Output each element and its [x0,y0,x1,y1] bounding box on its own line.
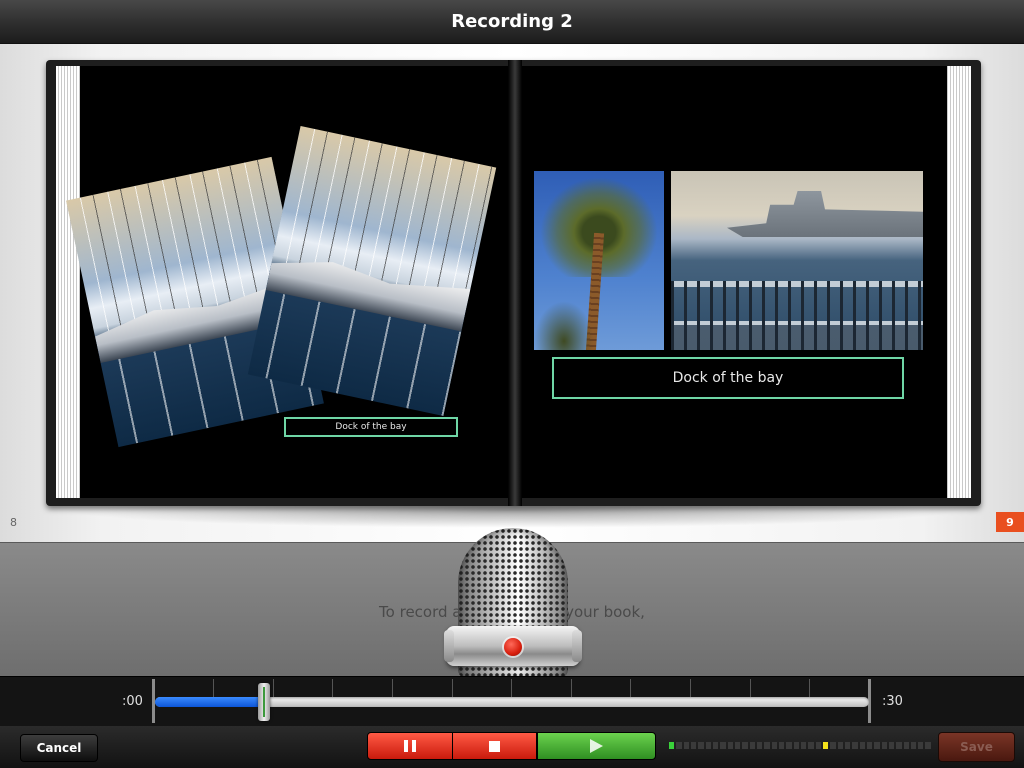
timeline-start-time: :00 [122,694,143,709]
bay-ship-photo [671,171,923,350]
yacht-photo [247,125,497,417]
level-segment [808,742,814,749]
timeline-tick [392,679,393,697]
pause-button[interactable] [367,732,453,760]
level-segment [881,742,887,749]
level-segment [925,742,931,749]
level-segment [903,742,909,749]
level-segment [896,742,902,749]
book-spine [508,60,522,506]
level-segment [764,742,770,749]
timeline-end-time: :30 [882,694,903,709]
timeline-tick [809,679,810,697]
level-segment [676,742,682,749]
play-icon [590,739,603,753]
right-page-number-badge: 9 [996,512,1024,532]
photo-book: Dock of the bay Dock of the bay [46,60,981,506]
timeline-tick [571,679,572,697]
recording-timeline: :00 :30 [0,676,1024,726]
level-segment [727,742,733,749]
timeline-tick [332,679,333,697]
cancel-button[interactable]: Cancel [20,734,98,762]
bottom-toolbar: Cancel Save [0,726,1024,768]
level-segment [800,742,807,749]
level-segment [749,742,755,749]
left-caption-text: Dock of the bay [335,422,407,432]
microphone-icon[interactable] [444,528,582,678]
play-button[interactable] [537,732,656,760]
right-caption-text: Dock of the bay [672,370,784,386]
level-segment [771,742,777,749]
level-segment [910,742,917,749]
level-segment [786,742,792,749]
right-caption[interactable]: Dock of the bay [552,357,904,399]
timeline-tick [511,679,512,697]
stop-icon [489,740,500,752]
timeline-tick [690,679,691,697]
timeline-tick [630,679,631,697]
stop-button[interactable] [452,732,537,760]
level-segment [705,742,711,749]
timeline-progress [155,697,264,707]
record-indicator-icon[interactable] [504,638,522,656]
level-segment [712,742,719,749]
audio-level-meter [669,742,931,751]
level-segment [837,742,843,749]
level-segment [815,742,821,749]
title-bar: Recording 2 [0,0,1024,44]
playhead-handle[interactable] [258,683,270,721]
timeline-tick [213,679,214,697]
level-segment [720,742,726,749]
level-segment [918,742,924,749]
level-segment [888,742,895,749]
level-segment [852,742,858,749]
page-stack-left [56,66,80,498]
level-segment [822,742,829,749]
level-segment [778,742,785,749]
page-title: Recording 2 [451,11,573,32]
timeline-tick [273,679,274,697]
microphone-cap-left [444,630,454,662]
palm-tree-photo [534,171,664,350]
level-segment [690,742,697,749]
level-segment [874,742,880,749]
level-segment [742,742,748,749]
level-segment [866,742,873,749]
right-page[interactable]: Dock of the bay [522,66,947,498]
level-segment [756,742,763,749]
level-segment [859,742,865,749]
level-segment [844,742,851,749]
level-segment [793,742,799,749]
level-segment [683,742,689,749]
book-viewer: Dock of the bay Dock of the bay 8 9 [0,44,1024,542]
page-stack-right [947,66,971,498]
level-segment [669,742,675,749]
level-segment [698,742,704,749]
left-page-number: 8 [10,516,17,529]
pause-icon [404,740,416,752]
save-button[interactable]: Save [938,732,1015,762]
microphone-cap-right [572,630,582,662]
timeline-tick [750,679,751,697]
left-caption[interactable]: Dock of the bay [284,417,458,437]
timeline-tick [452,679,453,697]
level-segment [830,742,836,749]
level-segment [734,742,741,749]
left-page[interactable]: Dock of the bay [66,66,508,498]
